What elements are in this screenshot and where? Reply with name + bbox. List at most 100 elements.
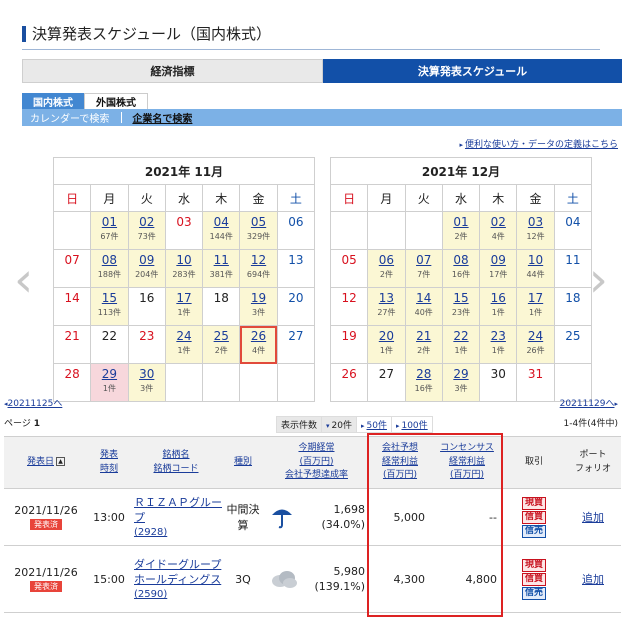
day-count: 694件 — [246, 270, 271, 279]
sort-by-profit-2[interactable]: (百万円) — [299, 457, 333, 467]
calendar-day[interactable]: 06 2件 — [367, 249, 406, 288]
day-count: 4件 — [491, 232, 505, 241]
row-rate: (34.0%) — [321, 518, 365, 531]
calendar-day[interactable]: 08 16件 — [441, 249, 481, 288]
tab-foreign-stocks[interactable]: 外国株式 — [84, 93, 148, 109]
add-portfolio-link[interactable]: 追加 — [582, 511, 604, 524]
day-count: 1件 — [491, 308, 505, 317]
search-by-calendar[interactable]: カレンダーで検索 — [22, 110, 115, 125]
sort-by-name[interactable]: 銘柄名 — [162, 450, 189, 460]
calendar-empty-day — [329, 211, 369, 250]
company-code-link[interactable]: (2590) — [134, 589, 167, 600]
prev-day-link[interactable]: 20211125へ — [8, 399, 63, 409]
calendar-day[interactable]: 11 381件 — [202, 249, 241, 288]
calendar-day[interactable]: 25 2件 — [202, 325, 241, 364]
cash-buy-button[interactable]: 現買 — [521, 558, 546, 572]
calendar-week: 01 2件 02 4件 03 12件 04 — [329, 211, 593, 250]
search-by-company[interactable]: 企業名で検索 — [128, 110, 192, 125]
calendar-day[interactable]: 15 113件 — [90, 287, 129, 326]
calendar-day[interactable]: 05 329件 — [239, 211, 278, 250]
weekday-label: 水 — [441, 184, 481, 212]
row-date: 2021/11/26 — [14, 504, 78, 517]
calendar-day[interactable]: 17 1件 — [516, 287, 555, 326]
calendar-day[interactable]: 15 23件 — [441, 287, 481, 326]
day-number: 24 — [176, 329, 192, 343]
company-name-link[interactable]: ダイドーグループホールディングス — [134, 558, 221, 586]
sort-by-profit-1[interactable]: 今期経常 — [298, 443, 334, 453]
sort-by-time-1[interactable]: 発表 — [100, 450, 118, 460]
company-name-link[interactable]: ＲＩＺＡＰグループ — [134, 496, 222, 524]
day-count: 188件 — [97, 270, 122, 279]
company-code-link[interactable]: (2928) — [134, 527, 167, 538]
per-page-100[interactable]: ▸ 100件 — [391, 415, 433, 433]
weekday-label: 月 — [90, 184, 129, 212]
calendar-day[interactable]: 03 12件 — [516, 211, 555, 250]
tab-earnings-schedule[interactable]: 決算発表スケジュール — [323, 59, 622, 83]
tab-economic-indicators[interactable]: 経済指標 — [22, 59, 323, 83]
help-link-wrap: ▸ 便利な使い方・データの定義はこちら — [459, 137, 618, 150]
day-number: 29 — [101, 367, 118, 381]
umbrella-icon — [272, 509, 292, 529]
margin-sell-button[interactable]: 信売 — [521, 586, 546, 600]
margin-buy-button[interactable]: 信買 — [521, 572, 546, 586]
day-count: 381件 — [209, 270, 233, 279]
calendar-day[interactable]: 24 26件 — [516, 325, 555, 364]
calendar-day[interactable]: 21 2件 — [404, 325, 443, 364]
calendar-day[interactable]: 29 3件 — [441, 363, 481, 402]
calendar-day[interactable]: 01 2件 — [441, 211, 481, 250]
tab-domestic-stocks[interactable]: 国内株式 — [22, 93, 84, 109]
per-page-50[interactable]: ▸ 50件 — [356, 415, 392, 433]
prev-month-arrow-icon[interactable]: ‹ — [14, 252, 33, 308]
calendar-day[interactable]: 28 16件 — [404, 363, 443, 402]
weekday-label: 火 — [127, 184, 166, 212]
calendar-day[interactable]: 24 1件 — [164, 325, 204, 364]
help-link[interactable]: 便利な使い方・データの定義はこちら — [465, 140, 618, 150]
add-portfolio-link[interactable]: 追加 — [582, 573, 604, 586]
calendar-day[interactable]: 07 7件 — [404, 249, 443, 288]
margin-sell-button[interactable]: 信売 — [521, 524, 546, 538]
weekday-label: 土 — [276, 184, 316, 212]
day-count: 40件 — [414, 308, 433, 317]
calendar-day[interactable]: 26 4件 — [239, 325, 278, 364]
table-row: 2021/11/26 発表済 13:00 ＲＩＺＡＰグループ (2928) 中間決算… — [4, 488, 621, 546]
sort-by-date[interactable]: 発表日 — [27, 457, 54, 467]
sort-by-type[interactable]: 種別 — [234, 457, 252, 467]
calendar-day[interactable]: 09 204件 — [127, 249, 166, 288]
calendar-day[interactable]: 13 27件 — [367, 287, 406, 326]
cash-buy-button[interactable]: 現買 — [521, 496, 546, 510]
day-number: 03 — [527, 215, 544, 229]
calendar-day[interactable]: 12 694件 — [239, 249, 278, 288]
day-number: 10 — [176, 253, 192, 267]
calendar-empty-day — [52, 211, 92, 250]
next-day-link[interactable]: 20211129へ — [560, 399, 615, 409]
calendar-day[interactable]: 14 40件 — [404, 287, 443, 326]
sort-icon[interactable]: ▲ — [56, 456, 65, 466]
row-name-cell: ダイドーグループホールディングス (2590) — [130, 545, 222, 613]
calendar-day[interactable]: 04 144件 — [202, 211, 241, 250]
sort-by-code[interactable]: 銘柄コード — [153, 464, 198, 474]
per-page-20[interactable]: ▾ 20件 — [322, 415, 357, 433]
margin-buy-button[interactable]: 信買 — [521, 510, 546, 524]
day-count: 26件 — [526, 346, 545, 355]
calendar-day[interactable]: 08 188件 — [90, 249, 129, 288]
sort-by-profit-3[interactable]: 会社予想達成率 — [285, 470, 348, 480]
calendar-day[interactable]: 29 1件 — [90, 363, 129, 402]
calendar-day[interactable]: 17 1件 — [164, 287, 204, 326]
day-count: 23件 — [451, 308, 471, 317]
calendar-day[interactable]: 09 17件 — [479, 249, 518, 288]
calendar-day[interactable]: 02 73件 — [127, 211, 166, 250]
calendar-day[interactable]: 20 1件 — [367, 325, 406, 364]
weekday-header-row: 日月火水木金土 — [329, 184, 593, 212]
calendar-day[interactable]: 19 3件 — [239, 287, 278, 326]
row-profit-cell: 1,698 (34.0%) — [264, 488, 369, 546]
calendar-day[interactable]: 01 67件 — [90, 211, 129, 250]
calendar-day[interactable]: 23 1件 — [479, 325, 518, 364]
sort-by-time-2[interactable]: 時刻 — [100, 464, 118, 474]
calendar-day[interactable]: 10 44件 — [516, 249, 555, 288]
calendar-day[interactable]: 10 283件 — [164, 249, 204, 288]
calendar-day[interactable]: 16 1件 — [479, 287, 518, 326]
calendar-day[interactable]: 30 3件 — [127, 363, 166, 402]
calendar-day[interactable]: 22 1件 — [441, 325, 481, 364]
calendar-day[interactable]: 02 4件 — [479, 211, 518, 250]
day-number: 12 — [341, 291, 357, 305]
